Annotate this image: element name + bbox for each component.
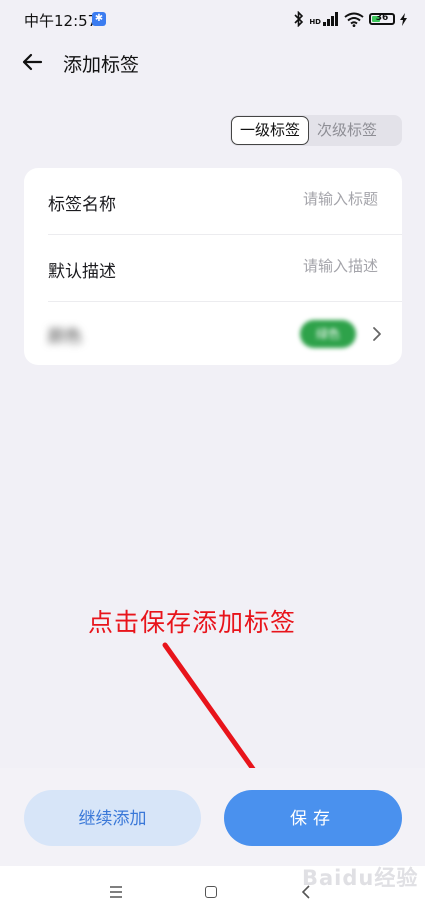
watermark: Baidu经验 (302, 866, 419, 890)
tag-color-chip: 绿色 (300, 320, 356, 348)
tag-description-row[interactable]: 默认描述 (24, 235, 402, 301)
tag-level-segmented-control: 一级标签 次级标签 (230, 115, 402, 146)
bluetooth-icon (294, 11, 304, 27)
tab-primary-tag[interactable]: 一级标签 (231, 116, 310, 145)
cellular-signal-icon (323, 12, 338, 26)
page-title: 添加标签 (63, 54, 140, 76)
menu-icon[interactable] (109, 885, 123, 899)
annotation-text: 点击保存添加标签 (88, 608, 297, 637)
status-time: 中午12:57 (24, 12, 98, 30)
continue-add-button[interactable]: 继续添加 (24, 790, 201, 846)
tag-color-label: 颜色 (48, 327, 82, 347)
tag-name-input[interactable] (208, 190, 378, 208)
battery-level: 36 (375, 13, 389, 23)
home-icon[interactable] (205, 886, 217, 898)
battery-icon: 36 (369, 13, 395, 25)
charging-icon (400, 12, 407, 26)
save-button[interactable]: 保存 (224, 790, 402, 846)
tag-description-label: 默认描述 (48, 262, 116, 282)
tab-secondary-tag[interactable]: 次级标签 (309, 116, 385, 145)
bluetooth-notification-icon: ✱ (92, 12, 106, 26)
tag-form-card: 标签名称 默认描述 颜色 绿色 (24, 168, 402, 365)
status-icons: HD 36 (294, 8, 407, 30)
tag-name-row[interactable]: 标签名称 (24, 168, 402, 234)
bottom-action-area: 继续添加 保存 (0, 768, 425, 866)
hd-label: HD (309, 18, 321, 26)
tag-description-input[interactable] (208, 257, 378, 275)
back-arrow-icon[interactable] (20, 50, 44, 74)
chevron-right-icon (373, 327, 381, 341)
tag-name-label: 标签名称 (48, 195, 116, 215)
nav-bar: 添加标签 (0, 38, 425, 86)
status-bar: 中午12:57 ✱ HD 36 (0, 0, 425, 38)
tag-color-row[interactable]: 颜色 绿色 (24, 302, 402, 368)
wifi-icon (344, 12, 364, 27)
signal-group: HD (309, 12, 339, 26)
